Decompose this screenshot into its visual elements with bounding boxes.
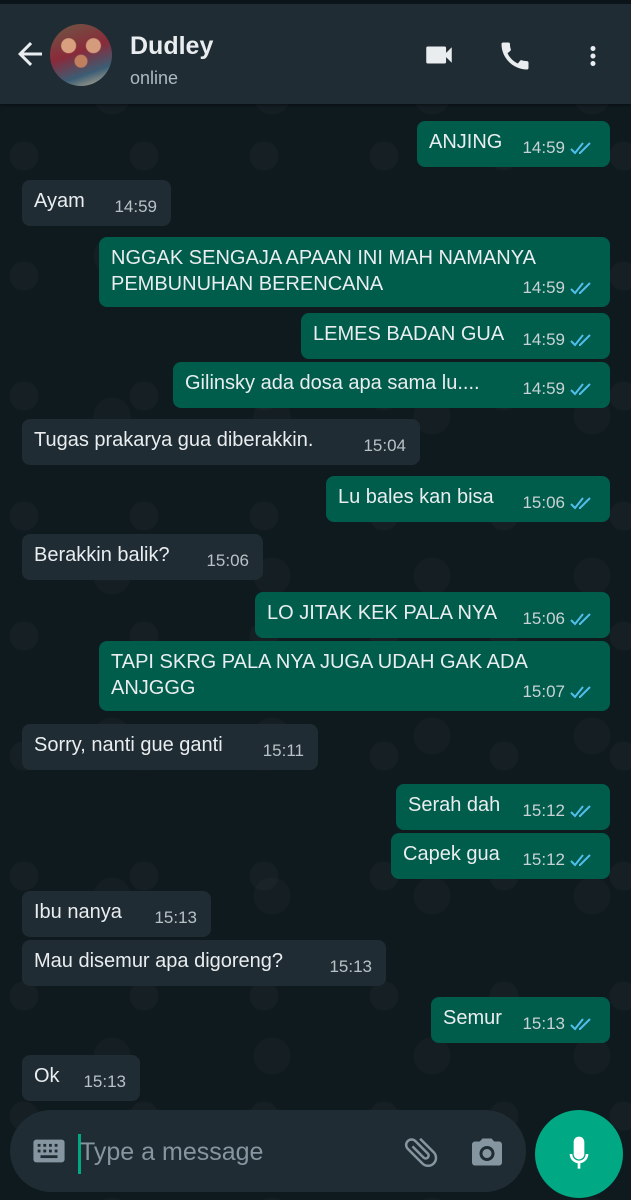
contact-status: online (130, 68, 179, 88)
message-time: 15:06 (522, 609, 565, 628)
mic-button[interactable] (535, 1110, 623, 1198)
message-text: Tugas prakarya gua diberakkin. (34, 429, 314, 451)
message-time: 15:11 (262, 741, 304, 760)
chat-header: Dudley online (0, 0, 631, 104)
message-time: 15:07 (522, 682, 565, 701)
message-bubble-incoming[interactable]: Mau disemur apa digoreng? 15:13 (22, 940, 386, 986)
keyboard-icon[interactable] (32, 1138, 66, 1169)
message-text: Mau disemur apa digoreng? (34, 950, 284, 972)
message-text: NGGAK SENGAJA APAAN INI MAH NAMANYA PEMB… (111, 247, 535, 295)
read-ticks-icon (570, 854, 591, 867)
camera-icon[interactable] (468, 1134, 506, 1175)
mic-icon (569, 1136, 589, 1169)
message-bubble-incoming[interactable]: Ibu nanya 15:13 (22, 891, 211, 937)
message-time: 15:12 (522, 801, 565, 820)
read-ticks-icon (570, 142, 591, 155)
message-bubble-incoming[interactable]: Ok 15:13 (22, 1055, 140, 1101)
message-text: TAPI SKRG PALA NYA JUGA UDAH GAK ADA ANJ… (111, 651, 527, 699)
phone-icon[interactable] (497, 38, 533, 74)
message-bubble-outgoing[interactable]: Semur 15:13 (431, 997, 610, 1043)
message-bubble-outgoing[interactable]: Lu bales kan bisa 15:06 (326, 476, 610, 522)
message-bubble-incoming[interactable]: Berakkin balik? 15:06 (22, 534, 263, 580)
message-time: 14:59 (522, 379, 565, 398)
message-bubble-incoming[interactable]: Tugas prakarya gua diberakkin. 15:04 (22, 419, 420, 465)
message-time: 14:59 (522, 278, 565, 297)
message-time: 14:59 (522, 138, 565, 157)
message-bubble-outgoing[interactable]: NGGAK SENGAJA APAAN INI MAH NAMANYA PEMB… (99, 237, 610, 307)
message-bubble-outgoing[interactable]: Capek gua 15:12 (391, 833, 610, 879)
message-time: 15:13 (83, 1072, 126, 1091)
avatar[interactable] (50, 24, 112, 86)
paperclip-icon[interactable] (400, 1132, 442, 1177)
message-time: 15:12 (522, 850, 565, 869)
read-ticks-icon (570, 613, 591, 626)
message-bubble-outgoing[interactable]: Serah dah 15:12 (396, 784, 610, 830)
message-bubble-outgoing[interactable]: LO JITAK KEK PALA NYA 15:06 (255, 592, 610, 638)
message-bubble-incoming[interactable]: Ayam 14:59 (22, 180, 171, 226)
message-bubble-incoming[interactable]: Sorry, nanti gue ganti 15:11 (22, 724, 318, 770)
video-call-icon[interactable] (420, 38, 458, 72)
message-time: 15:04 (363, 436, 406, 455)
read-ticks-icon (570, 805, 591, 818)
read-ticks-icon (570, 1018, 591, 1031)
contact-name[interactable]: Dudley (130, 32, 213, 61)
message-time: 15:13 (154, 908, 197, 927)
message-bubble-outgoing[interactable]: TAPI SKRG PALA NYA JUGA UDAH GAK ADA ANJ… (99, 641, 610, 711)
read-ticks-icon (570, 383, 591, 396)
message-time: 15:06 (206, 551, 249, 570)
read-ticks-icon (570, 334, 591, 347)
more-vert-icon[interactable] (578, 38, 608, 74)
read-ticks-icon (570, 686, 591, 699)
message-bubble-outgoing[interactable]: Gilinsky ada dosa apa sama lu.... 14:59 (173, 362, 610, 408)
message-time: 14:59 (522, 330, 565, 349)
message-time: 14:59 (114, 197, 157, 216)
message-input[interactable]: Type a message (80, 1138, 263, 1167)
message-time: 15:13 (329, 957, 372, 976)
read-ticks-icon (570, 497, 591, 510)
message-bubble-outgoing[interactable]: LEMES BADAN GUA 14:59 (301, 313, 610, 359)
message-time: 15:13 (522, 1014, 565, 1033)
message-bubble-outgoing[interactable]: ANJING 14:59 (417, 121, 610, 167)
message-input-bar[interactable]: Type a message (10, 1110, 526, 1192)
read-ticks-icon (570, 282, 591, 295)
message-time: 15:06 (522, 493, 565, 512)
arrow-left-icon[interactable] (12, 36, 48, 72)
